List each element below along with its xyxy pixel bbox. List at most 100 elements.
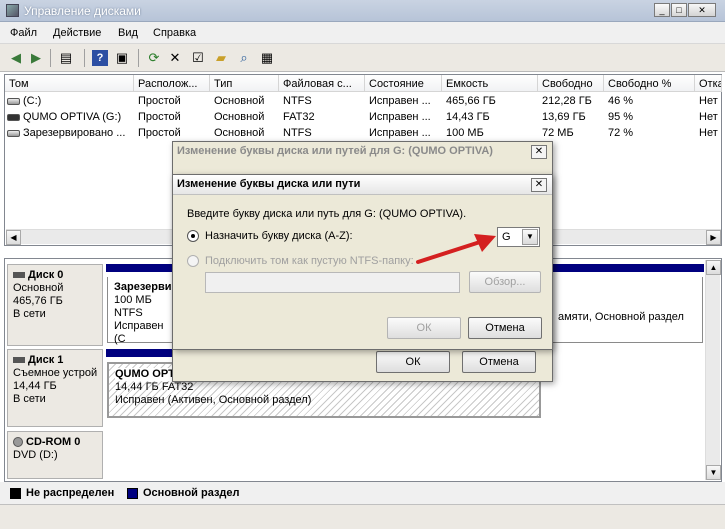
disk1-size: 14,44 ГБ <box>13 380 57 392</box>
disk-icon <box>13 357 25 364</box>
toolbar: ◀ ▶ ▤ ? ▣ ⟳ ✕ ☑ ▰ ⌕ ▦ <box>0 44 725 72</box>
scroll-up-icon[interactable]: ▲ <box>706 260 721 275</box>
disk0-header[interactable]: Диск 0 Основной 465,76 ГБ В сети <box>7 264 103 346</box>
search-icon[interactable]: ⌕ <box>236 50 252 66</box>
refresh-icon[interactable]: ⟳ <box>146 50 162 66</box>
scroll-right-icon[interactable]: ▶ <box>706 230 721 245</box>
cell-free-percent: 46 % <box>608 95 634 107</box>
mount-folder-radio[interactable] <box>187 255 199 267</box>
cell-filesystem: NTFS <box>283 95 312 107</box>
system-partition[interactable]: амяти, Основной раздел <box>552 277 703 343</box>
assign-letter-radio[interactable] <box>187 230 199 242</box>
disk1-header[interactable]: Диск 1 Съемное устрой 14,44 ГБ В сети <box>7 349 103 427</box>
title-bar: Управление дисками _ □ ✕ <box>0 0 725 22</box>
menu-help[interactable]: Справка <box>153 27 196 39</box>
column-header-layout[interactable]: Располож... <box>134 75 210 92</box>
status-bar <box>0 504 725 529</box>
menu-action[interactable]: Действие <box>53 27 101 39</box>
vertical-scrollbar[interactable]: ▲ ▼ <box>705 260 721 480</box>
cd-icon <box>13 437 23 448</box>
inner-cancel-button[interactable]: Отмена <box>468 317 542 339</box>
cell-type: Основной <box>214 95 265 107</box>
console-tree-icon[interactable]: ▤ <box>58 50 74 66</box>
cell-fault: Нет <box>699 127 718 139</box>
outer-dialog-title: Изменение буквы диска или путей для G: (… <box>177 145 493 157</box>
disk1-type: Съемное устрой <box>13 367 97 379</box>
column-header-fault[interactable]: Отка <box>695 75 722 92</box>
disk-management-icon <box>6 4 19 17</box>
cell-free-percent: 95 % <box>608 111 634 123</box>
browse-button[interactable]: Обзор... <box>469 271 541 293</box>
cdrom-header[interactable]: CD-ROM 0 DVD (D:) <box>7 431 103 479</box>
drive-icon <box>7 97 20 105</box>
partition-state: Исправен (Активен, Основной раздел) <box>115 394 312 406</box>
assign-letter-label: Назначить букву диска (A-Z): <box>205 230 353 242</box>
toolbar-separator <box>84 49 85 67</box>
minimize-button[interactable]: _ <box>654 3 670 17</box>
cell-type: Основной <box>214 111 265 123</box>
menu-bar: Файл Действие Вид Справка <box>0 22 725 44</box>
disk1-name: Диск 1 <box>13 354 97 367</box>
disk-icon <box>13 272 25 279</box>
column-header-type[interactable]: Тип <box>210 75 279 92</box>
window-title: Управление дисками <box>24 4 141 18</box>
partition-size: 100 МБ NTFS <box>114 294 152 319</box>
drive-letter-select[interactable]: G ▼ <box>497 227 540 247</box>
column-header-capacity[interactable]: Емкость <box>442 75 538 92</box>
chevron-down-icon[interactable]: ▼ <box>522 229 538 245</box>
settings-icon[interactable]: ▦ <box>259 50 275 66</box>
forward-icon[interactable]: ▶ <box>28 50 44 66</box>
scroll-down-icon[interactable]: ▼ <box>706 465 721 480</box>
console-icon[interactable]: ▣ <box>114 50 130 66</box>
mount-path-input[interactable] <box>205 272 460 293</box>
cell-volume: Зарезервировано ... <box>23 127 126 139</box>
scroll-left-icon[interactable]: ◀ <box>6 230 21 245</box>
cell-fault: Нет <box>699 95 718 107</box>
open-icon[interactable]: ▰ <box>213 50 229 66</box>
legend-unallocated-swatch <box>10 488 21 499</box>
column-header-filesystem[interactable]: Файловая с... <box>279 75 365 92</box>
help-icon[interactable]: ? <box>92 50 108 66</box>
cell-free-percent: 72 % <box>608 127 634 139</box>
dialog-prompt: Введите букву диска или путь для G: (QUM… <box>187 208 467 220</box>
toolbar-separator <box>50 49 51 67</box>
cell-volume: QUMO OPTIVA (G:) <box>23 111 122 123</box>
disk1-state: В сети <box>13 393 46 405</box>
close-button[interactable]: ✕ <box>688 3 716 17</box>
disk0-state: В сети <box>13 308 46 320</box>
legend: Не распределен Основной раздел <box>0 482 725 504</box>
outer-cancel-button[interactable]: Отмена <box>462 351 536 373</box>
delete-icon[interactable]: ✕ <box>167 50 183 66</box>
mount-folder-label: Подключить том как пустую NTFS-папку: <box>205 255 414 267</box>
cdrom-name: CD-ROM 0 <box>13 436 97 449</box>
cell-filesystem: FAT32 <box>283 111 315 123</box>
back-icon[interactable]: ◀ <box>8 50 24 66</box>
table-row[interactable]: QUMO OPTIVA (G:) <box>7 111 132 127</box>
disk0-type: Основной <box>13 282 64 294</box>
menu-view[interactable]: Вид <box>118 27 138 39</box>
outer-dialog-close-icon[interactable]: ✕ <box>531 145 547 159</box>
menu-file[interactable]: Файл <box>10 27 37 39</box>
drive-icon <box>7 129 20 137</box>
drive-letter-dialog-close-icon[interactable]: ✕ <box>531 178 547 192</box>
toolbar-separator <box>138 49 139 67</box>
outer-ok-button[interactable]: ОК <box>376 351 450 373</box>
inner-ok-button[interactable]: ОК <box>387 317 461 339</box>
column-header-volume[interactable]: Том <box>5 75 134 92</box>
column-header-free-percent[interactable]: Свободно % <box>604 75 695 92</box>
partition-title: Зарезерви <box>114 281 172 293</box>
cell-capacity: 465,66 ГБ <box>446 95 496 107</box>
legend-primary-swatch <box>127 488 138 499</box>
column-header-status[interactable]: Состояние <box>365 75 442 92</box>
cell-volume: (C:) <box>23 95 42 107</box>
annotation-arrow-icon <box>416 234 496 264</box>
table-row[interactable]: Зарезервировано ... <box>7 127 132 143</box>
legend-primary-label: Основной раздел <box>143 487 240 499</box>
table-row[interactable]: (C:) <box>7 95 132 111</box>
maximize-button[interactable]: □ <box>671 3 687 17</box>
reserved-partition[interactable]: Зарезерви 100 МБ NTFS Исправен (С <box>107 277 177 345</box>
cell-capacity: 14,43 ГБ <box>446 111 490 123</box>
column-header-free[interactable]: Свободно <box>538 75 604 92</box>
cell-layout: Простой <box>138 111 181 123</box>
properties-icon[interactable]: ☑ <box>190 50 206 66</box>
